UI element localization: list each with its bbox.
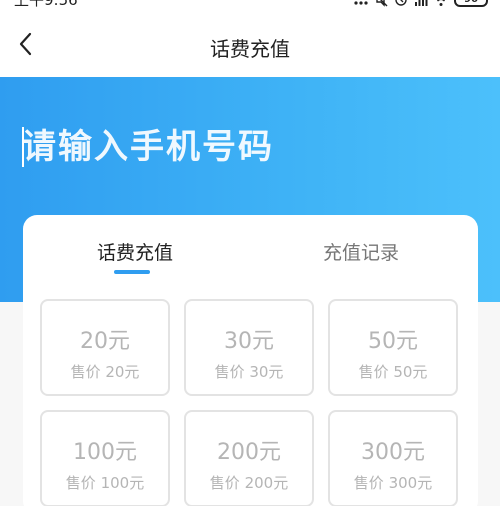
recharge-option-200[interactable]: 200元 售价 200元 [184,410,314,506]
battery-icon: 96 [454,0,488,7]
option-price: 售价 100元 [65,474,145,492]
option-price: 售价 20元 [70,363,140,381]
option-price: 售价 200元 [209,474,289,492]
tab-active-indicator [114,270,150,274]
page-title: 话费充值 [210,37,290,61]
option-amount: 200元 [217,440,281,465]
wifi-icon [436,0,446,6]
text-cursor [22,127,24,167]
recharge-card: 话费充值 充值记录 20元 售价 20元 30元 售价 30元 50元 售价 5… [23,215,478,506]
status-time: 上午9:56 [14,0,78,9]
option-price: 售价 300元 [353,474,433,492]
tab-records[interactable]: 充值记录 [323,238,399,265]
option-amount: 20元 [80,329,130,354]
phone-number-input[interactable] [22,125,422,169]
recharge-option-20[interactable]: 20元 售价 20元 [40,299,170,396]
more-dots-icon [354,1,368,5]
alarm-icon [395,0,407,6]
option-amount: 300元 [361,440,425,465]
option-amount: 50元 [368,329,418,354]
mute-icon [376,0,388,7]
recharge-option-300[interactable]: 300元 售价 300元 [328,410,458,506]
recharge-option-30[interactable]: 30元 售价 30元 [184,299,314,396]
status-icons: 96 [354,0,488,9]
signal-icon [415,0,428,6]
status-bar: 上午9:56 96 [0,0,500,11]
nav-bar: 话费充值 [0,11,500,77]
recharge-option-50[interactable]: 50元 售价 50元 [328,299,458,396]
tab-recharge[interactable]: 话费充值 [97,238,173,265]
option-price: 售价 30元 [214,363,284,381]
recharge-option-100[interactable]: 100元 售价 100元 [40,410,170,506]
option-amount: 100元 [73,440,137,465]
option-price: 售价 50元 [358,363,428,381]
option-amount: 30元 [224,329,274,354]
